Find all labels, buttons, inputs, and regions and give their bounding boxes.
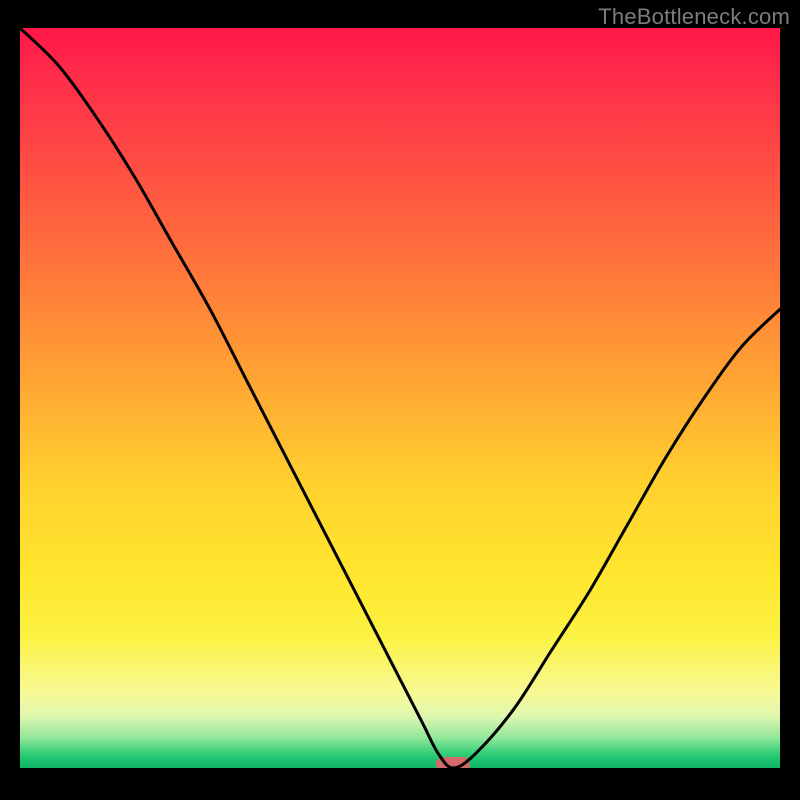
watermark-text: TheBottleneck.com <box>598 4 790 30</box>
bottleneck-curve <box>20 28 780 768</box>
chart-frame: TheBottleneck.com <box>0 0 800 800</box>
plot-area <box>20 28 780 768</box>
